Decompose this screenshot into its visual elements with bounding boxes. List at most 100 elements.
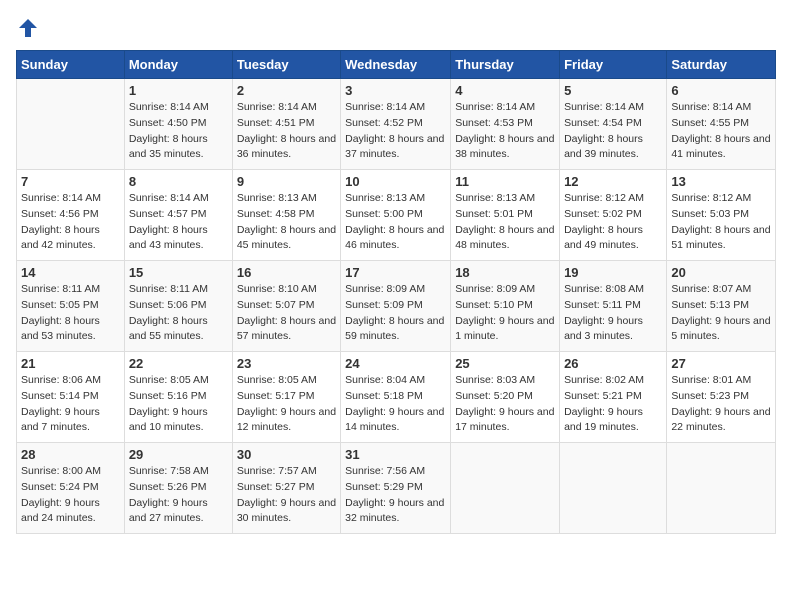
day-info: Sunrise: 8:14 AMSunset: 4:56 PMDaylight:… — [21, 191, 120, 254]
day-info: Sunrise: 8:10 AMSunset: 5:07 PMDaylight:… — [237, 282, 336, 345]
calendar-cell: 11 Sunrise: 8:13 AMSunset: 5:01 PMDayligh… — [451, 170, 560, 261]
day-number: 26 — [564, 356, 662, 371]
day-info: Sunrise: 8:05 AMSunset: 5:17 PMDaylight:… — [237, 373, 336, 436]
day-number: 14 — [21, 265, 120, 280]
calendar-cell: 12 Sunrise: 8:12 AMSunset: 5:02 PMDayligh… — [560, 170, 667, 261]
day-number: 10 — [345, 174, 446, 189]
calendar-week-row: 14 Sunrise: 8:11 AMSunset: 5:05 PMDayligh… — [17, 261, 776, 352]
calendar-cell: 9 Sunrise: 8:13 AMSunset: 4:58 PMDaylight… — [232, 170, 340, 261]
day-number: 20 — [671, 265, 771, 280]
day-info: Sunrise: 8:02 AMSunset: 5:21 PMDaylight:… — [564, 373, 662, 436]
weekday-header-sunday: Sunday — [17, 51, 125, 79]
day-number: 31 — [345, 447, 446, 462]
day-info: Sunrise: 8:01 AMSunset: 5:23 PMDaylight:… — [671, 373, 771, 436]
day-number: 24 — [345, 356, 446, 371]
day-info: Sunrise: 8:14 AMSunset: 4:57 PMDaylight:… — [129, 191, 228, 254]
header — [16, 16, 776, 40]
calendar-cell: 6 Sunrise: 8:14 AMSunset: 4:55 PMDaylight… — [667, 79, 776, 170]
calendar-cell: 30 Sunrise: 7:57 AMSunset: 5:27 PMDayligh… — [232, 443, 340, 534]
day-info: Sunrise: 8:04 AMSunset: 5:18 PMDaylight:… — [345, 373, 446, 436]
day-number: 30 — [237, 447, 336, 462]
calendar-cell — [667, 443, 776, 534]
day-number: 18 — [455, 265, 555, 280]
calendar-cell: 26 Sunrise: 8:02 AMSunset: 5:21 PMDayligh… — [560, 352, 667, 443]
day-info: Sunrise: 8:14 AMSunset: 4:52 PMDaylight:… — [345, 100, 446, 163]
day-info: Sunrise: 8:09 AMSunset: 5:09 PMDaylight:… — [345, 282, 446, 345]
logo-icon — [16, 16, 40, 40]
day-number: 6 — [671, 83, 771, 98]
day-info: Sunrise: 8:00 AMSunset: 5:24 PMDaylight:… — [21, 464, 120, 527]
calendar-cell: 8 Sunrise: 8:14 AMSunset: 4:57 PMDaylight… — [124, 170, 232, 261]
day-number: 27 — [671, 356, 771, 371]
day-number: 1 — [129, 83, 228, 98]
calendar-cell: 19 Sunrise: 8:08 AMSunset: 5:11 PMDayligh… — [560, 261, 667, 352]
calendar-cell: 2 Sunrise: 8:14 AMSunset: 4:51 PMDaylight… — [232, 79, 340, 170]
calendar-cell: 17 Sunrise: 8:09 AMSunset: 5:09 PMDayligh… — [341, 261, 451, 352]
weekday-header-wednesday: Wednesday — [341, 51, 451, 79]
day-info: Sunrise: 7:58 AMSunset: 5:26 PMDaylight:… — [129, 464, 228, 527]
calendar-cell: 14 Sunrise: 8:11 AMSunset: 5:05 PMDayligh… — [17, 261, 125, 352]
day-info: Sunrise: 8:14 AMSunset: 4:51 PMDaylight:… — [237, 100, 336, 163]
day-info: Sunrise: 8:11 AMSunset: 5:05 PMDaylight:… — [21, 282, 120, 345]
day-info: Sunrise: 7:56 AMSunset: 5:29 PMDaylight:… — [345, 464, 446, 527]
calendar-cell: 27 Sunrise: 8:01 AMSunset: 5:23 PMDayligh… — [667, 352, 776, 443]
day-number: 11 — [455, 174, 555, 189]
day-info: Sunrise: 8:14 AMSunset: 4:53 PMDaylight:… — [455, 100, 555, 163]
day-number: 9 — [237, 174, 336, 189]
calendar-cell: 23 Sunrise: 8:05 AMSunset: 5:17 PMDayligh… — [232, 352, 340, 443]
day-info: Sunrise: 8:14 AMSunset: 4:50 PMDaylight:… — [129, 100, 228, 163]
day-number: 29 — [129, 447, 228, 462]
weekday-header-tuesday: Tuesday — [232, 51, 340, 79]
day-number: 21 — [21, 356, 120, 371]
calendar-cell: 4Sunrise: 8:14 AMSunset: 4:53 PMDaylight… — [451, 79, 560, 170]
calendar-cell: 28Sunrise: 8:00 AMSunset: 5:24 PMDayligh… — [17, 443, 125, 534]
calendar-cell: 24 Sunrise: 8:04 AMSunset: 5:18 PMDayligh… — [341, 352, 451, 443]
day-number: 17 — [345, 265, 446, 280]
day-info: Sunrise: 8:11 AMSunset: 5:06 PMDaylight:… — [129, 282, 228, 345]
day-number: 13 — [671, 174, 771, 189]
calendar-cell: 5 Sunrise: 8:14 AMSunset: 4:54 PMDaylight… — [560, 79, 667, 170]
weekday-header-thursday: Thursday — [451, 51, 560, 79]
calendar-cell: 31 Sunrise: 7:56 AMSunset: 5:29 PMDayligh… — [341, 443, 451, 534]
calendar-cell: 18Sunrise: 8:09 AMSunset: 5:10 PMDayligh… — [451, 261, 560, 352]
day-number: 15 — [129, 265, 228, 280]
calendar-week-row: 7Sunrise: 8:14 AMSunset: 4:56 PMDaylight… — [17, 170, 776, 261]
day-number: 25 — [455, 356, 555, 371]
day-number: 5 — [564, 83, 662, 98]
calendar-cell: 21 Sunrise: 8:06 AMSunset: 5:14 PMDayligh… — [17, 352, 125, 443]
weekday-header-row: SundayMondayTuesdayWednesdayThursdayFrid… — [17, 51, 776, 79]
day-number: 8 — [129, 174, 228, 189]
weekday-header-saturday: Saturday — [667, 51, 776, 79]
calendar-cell: 3 Sunrise: 8:14 AMSunset: 4:52 PMDaylight… — [341, 79, 451, 170]
day-number: 12 — [564, 174, 662, 189]
day-info: Sunrise: 8:13 AMSunset: 5:00 PMDaylight:… — [345, 191, 446, 254]
weekday-header-monday: Monday — [124, 51, 232, 79]
day-number: 23 — [237, 356, 336, 371]
day-number: 19 — [564, 265, 662, 280]
calendar-week-row: 1 Sunrise: 8:14 AMSunset: 4:50 PMDaylight… — [17, 79, 776, 170]
day-info: Sunrise: 8:13 AMSunset: 5:01 PMDaylight:… — [455, 191, 555, 254]
day-info: Sunrise: 8:07 AMSunset: 5:13 PMDaylight:… — [671, 282, 771, 345]
day-info: Sunrise: 8:14 AMSunset: 4:55 PMDaylight:… — [671, 100, 771, 163]
day-info: Sunrise: 8:03 AMSunset: 5:20 PMDaylight:… — [455, 373, 555, 436]
calendar-cell: 10 Sunrise: 8:13 AMSunset: 5:00 PMDayligh… — [341, 170, 451, 261]
calendar-cell — [17, 79, 125, 170]
calendar-cell: 15 Sunrise: 8:11 AMSunset: 5:06 PMDayligh… — [124, 261, 232, 352]
day-info: Sunrise: 8:12 AMSunset: 5:02 PMDaylight:… — [564, 191, 662, 254]
day-number: 3 — [345, 83, 446, 98]
day-info: Sunrise: 8:13 AMSunset: 4:58 PMDaylight:… — [237, 191, 336, 254]
calendar-cell: 20 Sunrise: 8:07 AMSunset: 5:13 PMDayligh… — [667, 261, 776, 352]
day-info: Sunrise: 8:06 AMSunset: 5:14 PMDaylight:… — [21, 373, 120, 436]
day-info: Sunrise: 8:08 AMSunset: 5:11 PMDaylight:… — [564, 282, 662, 345]
day-info: Sunrise: 8:14 AMSunset: 4:54 PMDaylight:… — [564, 100, 662, 163]
day-number: 2 — [237, 83, 336, 98]
calendar-cell — [560, 443, 667, 534]
calendar-cell: 16 Sunrise: 8:10 AMSunset: 5:07 PMDayligh… — [232, 261, 340, 352]
calendar-cell: 22Sunrise: 8:05 AMSunset: 5:16 PMDayligh… — [124, 352, 232, 443]
day-number: 16 — [237, 265, 336, 280]
calendar-week-row: 21 Sunrise: 8:06 AMSunset: 5:14 PMDayligh… — [17, 352, 776, 443]
logo — [16, 16, 44, 40]
calendar-cell — [451, 443, 560, 534]
day-info: Sunrise: 7:57 AMSunset: 5:27 PMDaylight:… — [237, 464, 336, 527]
calendar-table: SundayMondayTuesdayWednesdayThursdayFrid… — [16, 50, 776, 534]
